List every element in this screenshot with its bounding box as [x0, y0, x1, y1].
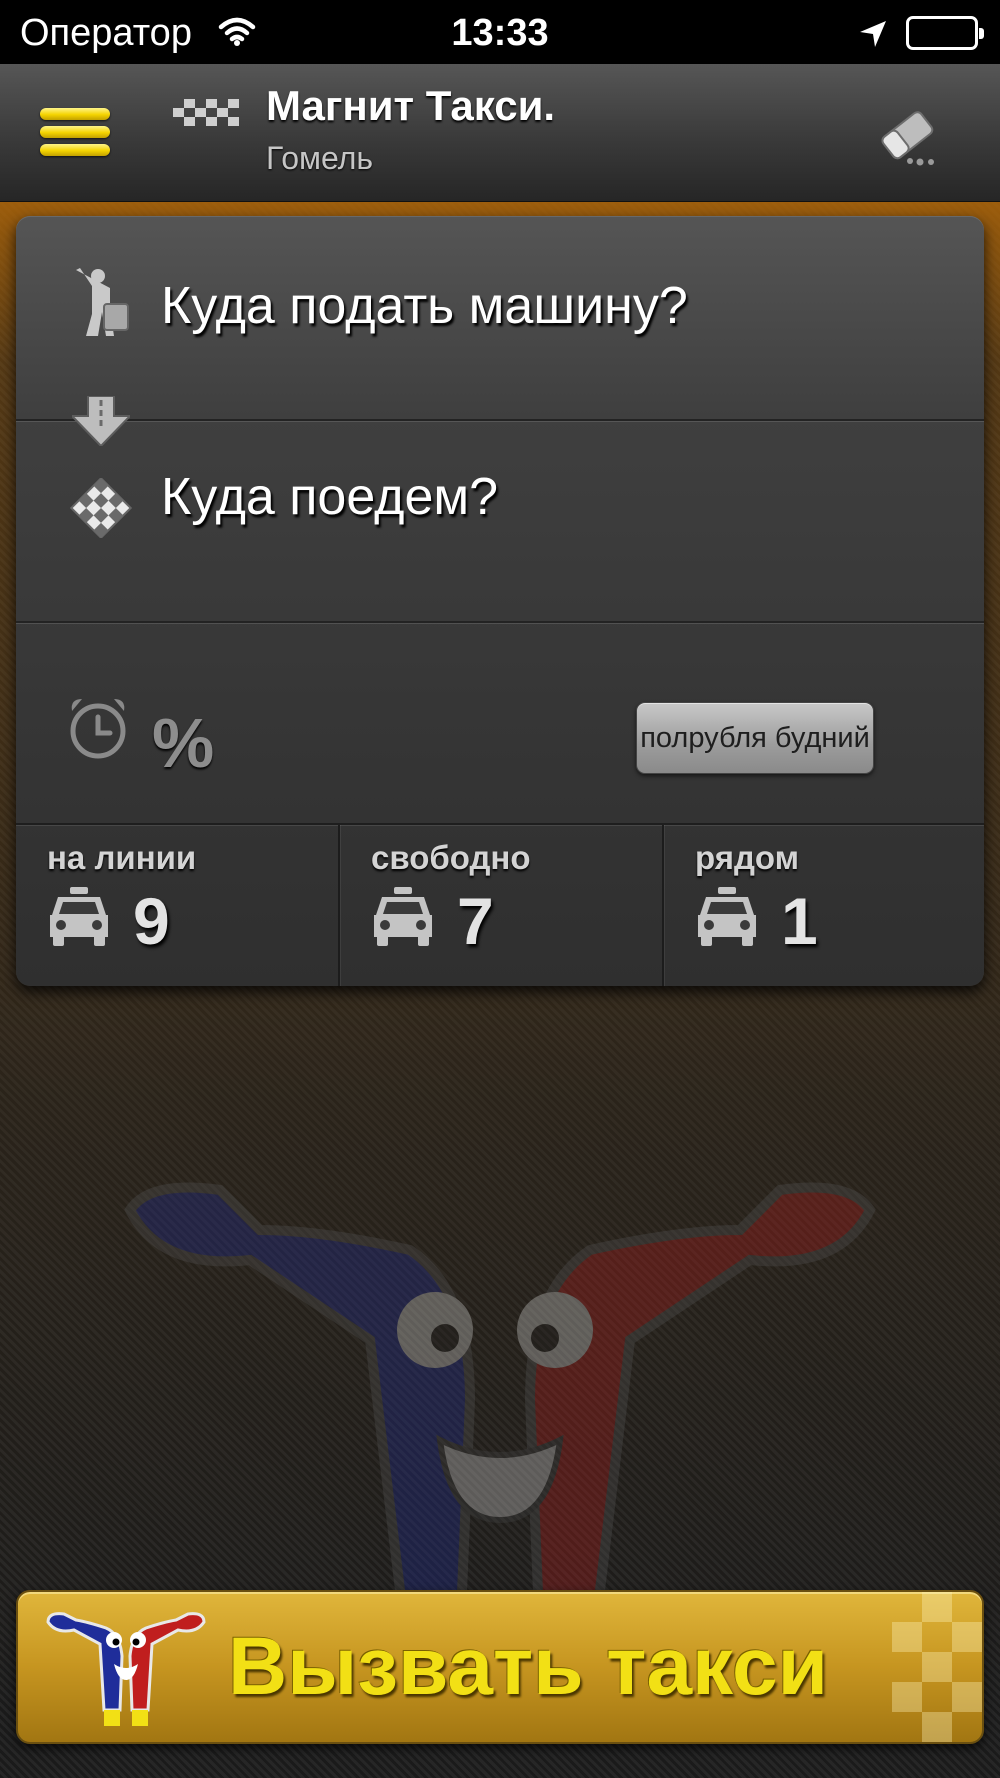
battery-icon [906, 16, 984, 50]
app-title: Магнит Такси. [266, 82, 556, 129]
stat-label: на линии [47, 839, 197, 876]
location-arrow-icon [858, 16, 888, 59]
stat-online: на линии 9 [16, 825, 338, 986]
stat-nearby: рядом 1 [662, 825, 984, 986]
menu-icon-bar [40, 144, 110, 156]
status-bar: Оператор 13:33 [0, 0, 1000, 64]
order-card: Куда подать машину? Куда поедем? % полру… [16, 216, 984, 986]
stat-label: свободно [371, 839, 531, 876]
stat-value: 7 [457, 884, 494, 958]
menu-icon-bar [40, 108, 110, 120]
tariff-button[interactable]: полрубля будний [636, 702, 874, 774]
taxi-car-icon [694, 887, 760, 952]
checkered-flag-icon [66, 476, 136, 543]
arrow-down-icon [69, 395, 133, 451]
stat-value: 1 [781, 884, 818, 958]
city-label: Гомель [266, 140, 374, 176]
taxi-app-screen: Оператор 13:33 Магнит Такси. Гомель Куда… [0, 0, 1000, 1778]
discount-indicator: % [152, 704, 215, 782]
eraser-icon [876, 111, 942, 172]
stat-label: рядом [695, 839, 800, 876]
stat-free: свободно 7 [338, 825, 660, 986]
pickup-address-field[interactable]: Куда подать машину? [16, 216, 984, 419]
taxi-car-icon [46, 887, 112, 952]
destination-prompt: Куда поедем? [161, 468, 499, 526]
alarm-clock-icon[interactable] [66, 695, 130, 766]
clear-button[interactable] [876, 104, 942, 173]
mascot-logo-icon [44, 1606, 208, 1735]
destination-address-field[interactable]: Куда поедем? [16, 419, 984, 621]
checker-logo-icon [173, 96, 239, 131]
person-hailing-icon [72, 266, 132, 343]
order-options-row: % полрубля будний [16, 621, 984, 823]
pickup-prompt: Куда подать машину? [161, 277, 688, 335]
clock: 13:33 [451, 12, 549, 54]
menu-icon-bar [40, 126, 110, 138]
checkered-decoration [892, 1592, 982, 1742]
taxi-stats-row: на линии 9 свободно 7 рядом 1 [16, 823, 984, 986]
app-header: Магнит Такси. Гомель [0, 64, 1000, 202]
menu-button[interactable] [40, 108, 110, 160]
call-taxi-button[interactable]: Вызвать такси [16, 1590, 984, 1744]
stat-value: 9 [133, 884, 170, 958]
taxi-car-icon [370, 887, 436, 952]
call-taxi-label: Вызвать такси [228, 1621, 829, 1712]
